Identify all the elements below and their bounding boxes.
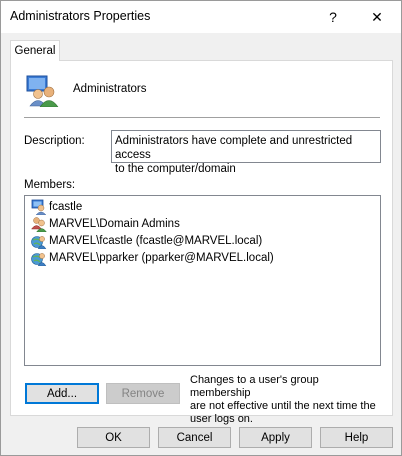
local-user-icon: [31, 199, 47, 215]
note-line-2: are not effective until the next time th…: [190, 400, 376, 412]
group-name: Administrators: [73, 83, 147, 95]
domain-user-icon: [31, 235, 47, 249]
list-item[interactable]: MARVEL\pparker (pparker@MARVEL.local): [31, 249, 274, 266]
help-button[interactable]: Help: [320, 427, 393, 448]
close-button[interactable]: ✕: [355, 1, 399, 33]
membership-note: Changes to a user's group membership are…: [190, 374, 380, 426]
member-name: MARVEL\Domain Admins: [49, 217, 180, 230]
remove-button[interactable]: Remove: [106, 383, 180, 404]
member-name: MARVEL\fcastle (fcastle@MARVEL.local): [49, 234, 263, 247]
cancel-button[interactable]: Cancel: [158, 427, 231, 448]
general-panel: Administrators Description: Administrato…: [10, 60, 393, 425]
divider: [24, 117, 380, 118]
list-item[interactable]: MARVEL\fcastle (fcastle@MARVEL.local): [31, 232, 262, 249]
description-line-1: Administrators have complete and unrestr…: [115, 135, 353, 161]
tab-general[interactable]: General: [10, 40, 60, 61]
members-label: Members:: [24, 179, 76, 191]
domain-group-icon: [31, 216, 47, 232]
question-mark-icon: ?: [329, 9, 337, 25]
note-line-3: user logs on.: [190, 413, 253, 425]
domain-user-icon: [31, 252, 47, 266]
close-icon: ✕: [371, 8, 383, 25]
properties-dialog: Administrators Properties ? ✕ General Ad…: [0, 0, 402, 456]
remove-button-label: Remove: [121, 387, 165, 400]
list-item[interactable]: MARVEL\Domain Admins: [31, 215, 180, 232]
apply-button-label: Apply: [261, 431, 290, 444]
members-list[interactable]: fcastle MARVEL\Domain Admins MARVEL\fcas…: [24, 195, 381, 366]
add-button-label: Add...: [46, 387, 78, 400]
member-name: MARVEL\pparker (pparker@MARVEL.local): [49, 251, 274, 264]
description-label: Description:: [24, 135, 85, 147]
list-item[interactable]: fcastle: [31, 198, 82, 215]
ok-button-label: OK: [105, 431, 122, 444]
help-title-button[interactable]: ?: [311, 1, 355, 33]
tab-general-label: General: [14, 45, 56, 57]
title-bar: Administrators Properties ? ✕: [1, 1, 401, 33]
note-line-1: Changes to a user's group membership: [190, 374, 319, 399]
member-name: fcastle: [49, 200, 83, 213]
apply-button[interactable]: Apply: [239, 427, 312, 448]
window-title: Administrators Properties: [10, 9, 151, 23]
ok-button[interactable]: OK: [77, 427, 150, 448]
group-users-icon: [26, 75, 59, 107]
description-field[interactable]: Administrators have complete and unrestr…: [111, 130, 381, 175]
add-button[interactable]: Add...: [25, 383, 99, 404]
help-button-label: Help: [344, 431, 369, 444]
description-line-2: to the computer/domain: [115, 163, 236, 175]
cancel-button-label: Cancel: [176, 431, 213, 444]
